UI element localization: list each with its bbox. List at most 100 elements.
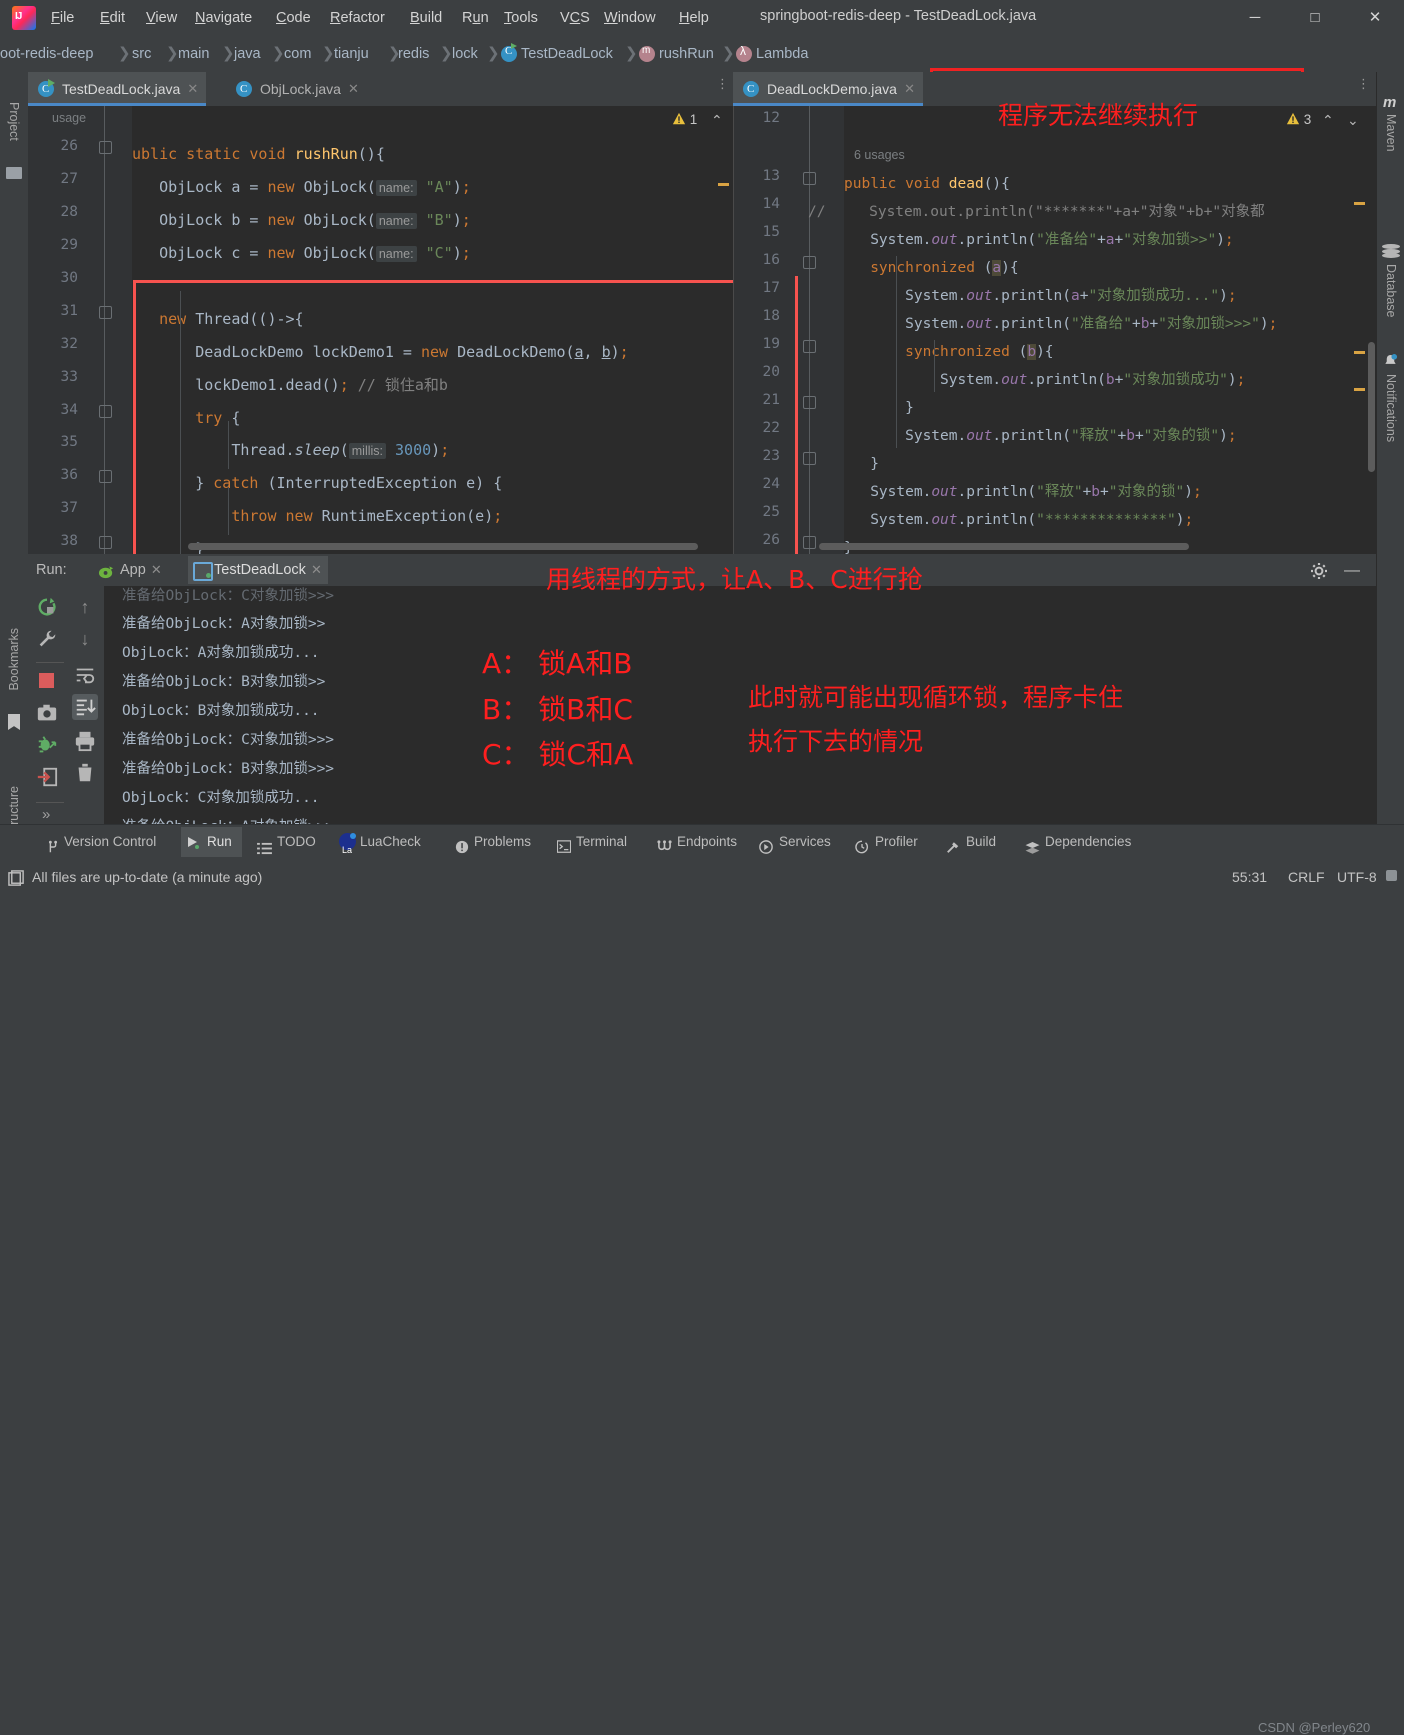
sidebar-item-project[interactable]: Project <box>7 102 21 141</box>
editor-horizontal-scrollbar[interactable] <box>819 543 1189 550</box>
minimize-icon[interactable]: — <box>1344 562 1360 580</box>
caret-position[interactable]: 55:31 <box>1232 869 1267 885</box>
menu-refactor[interactable]: Refactor <box>326 8 389 28</box>
tab-overflow-menu-icon[interactable]: ⋮ <box>716 77 729 97</box>
intellij-logo-icon <box>12 6 36 30</box>
up-arrow-icon[interactable]: ↑ <box>74 596 96 618</box>
tool-label: Run <box>207 834 232 849</box>
rerun-icon[interactable] <box>36 596 58 618</box>
soft-wrap-icon[interactable] <box>74 664 96 686</box>
trash-icon[interactable] <box>74 762 96 784</box>
code-line: try { <box>132 409 241 427</box>
line-number: 13 <box>762 168 780 184</box>
breadcrumb-tianju[interactable]: tianju <box>334 44 369 64</box>
menu-vcs[interactable]: VCS <box>556 8 594 28</box>
menu-build[interactable]: Build <box>406 8 446 28</box>
menu-tools[interactable]: Tools <box>500 8 542 28</box>
fold-marker-icon[interactable] <box>803 536 816 549</box>
menu-code[interactable]: Code <box>272 8 315 28</box>
fold-marker-icon[interactable] <box>803 256 816 269</box>
run-tab-testdeadlock[interactable]: TestDeadLock ✕ <box>188 556 328 584</box>
minimize-button[interactable]: ─ <box>1245 9 1265 29</box>
breadcrumb-method[interactable]: rushRun <box>659 44 714 64</box>
menu-help[interactable]: Help <box>675 8 713 28</box>
breadcrumb-class[interactable]: TestDeadLock <box>521 44 613 64</box>
run-tab-app[interactable]: App ✕ <box>94 556 168 584</box>
menu-view[interactable]: View <box>142 8 181 28</box>
tool-services[interactable]: Services <box>755 827 841 857</box>
expand-toolbar-icon[interactable]: » <box>42 806 50 823</box>
breadcrumb-src[interactable]: src <box>132 44 151 64</box>
tab-overflow-menu-icon[interactable]: ⋮ <box>1357 77 1370 97</box>
fold-marker-icon[interactable] <box>99 470 112 483</box>
fold-marker-icon[interactable] <box>803 340 816 353</box>
tool-problems[interactable]: Problems <box>450 827 541 857</box>
stop-icon[interactable] <box>36 670 58 692</box>
memory-indicator[interactable] <box>1386 870 1397 881</box>
fold-marker-icon[interactable] <box>803 452 816 465</box>
sidebar-item-maven[interactable]: Maven <box>1384 114 1398 152</box>
fold-marker-icon[interactable] <box>99 405 112 418</box>
menu-run[interactable]: Run <box>458 8 493 28</box>
breadcrumb-project[interactable]: oot-redis-deep <box>0 44 94 64</box>
tab-close-icon[interactable]: ✕ <box>187 72 198 106</box>
gear-icon[interactable] <box>1310 562 1328 580</box>
breadcrumb-java[interactable]: java <box>234 44 261 64</box>
tool-todo[interactable]: TODO <box>253 827 326 857</box>
fold-marker-icon[interactable] <box>99 536 112 549</box>
camera-icon[interactable] <box>36 702 58 724</box>
maximize-button[interactable]: □ <box>1305 9 1325 29</box>
menu-file[interactable]: FFileile <box>47 8 78 28</box>
breadcrumb-lambda[interactable]: Lambda <box>756 44 808 64</box>
tool-label: Terminal <box>576 834 628 849</box>
fold-marker-icon[interactable] <box>803 396 816 409</box>
tool-profiler[interactable]: Profiler <box>851 827 928 857</box>
console-output[interactable]: 准备给ObjLock：C对象加锁>>> 准备给ObjLock：A对象加锁>> O… <box>104 586 1376 824</box>
breadcrumb-main[interactable]: main <box>178 44 209 64</box>
tab-testdeadlock-java[interactable]: TestDeadLock.java ✕ <box>28 72 207 106</box>
run-tab-close-icon[interactable]: ✕ <box>151 556 162 584</box>
print-icon[interactable] <box>74 730 96 752</box>
tool-build[interactable]: Build <box>942 827 1006 857</box>
close-button[interactable]: ✕ <box>1365 9 1385 29</box>
file-encoding[interactable]: UTF-8 <box>1337 869 1377 885</box>
watermark: CSDN @Perley620 <box>1258 1720 1371 1735</box>
menu-window[interactable]: Window <box>600 8 660 28</box>
sidebar-item-database[interactable]: Database <box>1384 264 1398 318</box>
down-arrow-icon[interactable]: ↓ <box>74 628 96 650</box>
menu-navigate[interactable]: Navigate <box>191 8 256 28</box>
thread-dump-icon[interactable] <box>36 734 58 756</box>
tab-close-icon[interactable]: ✕ <box>348 72 359 106</box>
tool-version-control[interactable]: Version Control <box>40 827 166 857</box>
fold-marker-icon[interactable] <box>99 141 112 154</box>
wrench-icon[interactable] <box>36 628 58 650</box>
sidebar-item-bookmarks[interactable]: Bookmarks <box>7 628 21 691</box>
prev-problem-icon[interactable]: ⌃ <box>711 112 723 129</box>
scroll-to-end-icon[interactable] <box>72 694 98 720</box>
tool-terminal[interactable]: Terminal <box>552 827 637 857</box>
breadcrumb-lock[interactable]: lock <box>452 44 478 64</box>
editor-vertical-scrollbar[interactable] <box>1368 342 1375 472</box>
run-tab-close-icon[interactable]: ✕ <box>311 556 322 584</box>
tool-dependencies[interactable]: Dependencies <box>1021 827 1141 857</box>
next-problem-icon[interactable]: ⌄ <box>1347 112 1359 129</box>
prev-problem-icon[interactable]: ⌃ <box>1322 112 1334 129</box>
editor-left[interactable]: usage 1 ⌃ ⌄ 26 27 28 29 30 31 32 33 34 3… <box>28 106 733 554</box>
breadcrumb-com[interactable]: com <box>284 44 311 64</box>
tab-close-icon[interactable]: ✕ <box>904 72 915 106</box>
editor-right[interactable]: 6 usages 3 ⌃ ⌄ 12 13 14 15 16 17 18 19 2… <box>733 106 1377 554</box>
fold-marker-icon[interactable] <box>99 306 112 319</box>
tab-deadlockdemo-java[interactable]: DeadLockDemo.java ✕ <box>733 72 923 106</box>
editor-horizontal-scrollbar[interactable] <box>188 543 698 550</box>
annotation-program-stuck: 程序无法继续执行 <box>998 101 1199 130</box>
tab-objlock-java[interactable]: ObjLock.java ✕ <box>226 72 367 106</box>
tool-endpoints[interactable]: Endpoints <box>653 827 747 857</box>
breadcrumb-redis[interactable]: redis <box>398 44 429 64</box>
sidebar-item-notifications[interactable]: Notifications <box>1384 374 1398 442</box>
line-separator[interactable]: CRLF <box>1288 869 1325 885</box>
fold-marker-icon[interactable] <box>803 172 816 185</box>
tool-luacheck[interactable]: La LuaCheck <box>336 827 431 857</box>
menu-edit[interactable]: Edit <box>96 8 129 28</box>
tool-run[interactable]: Run <box>181 827 242 857</box>
export-icon[interactable] <box>36 766 58 788</box>
